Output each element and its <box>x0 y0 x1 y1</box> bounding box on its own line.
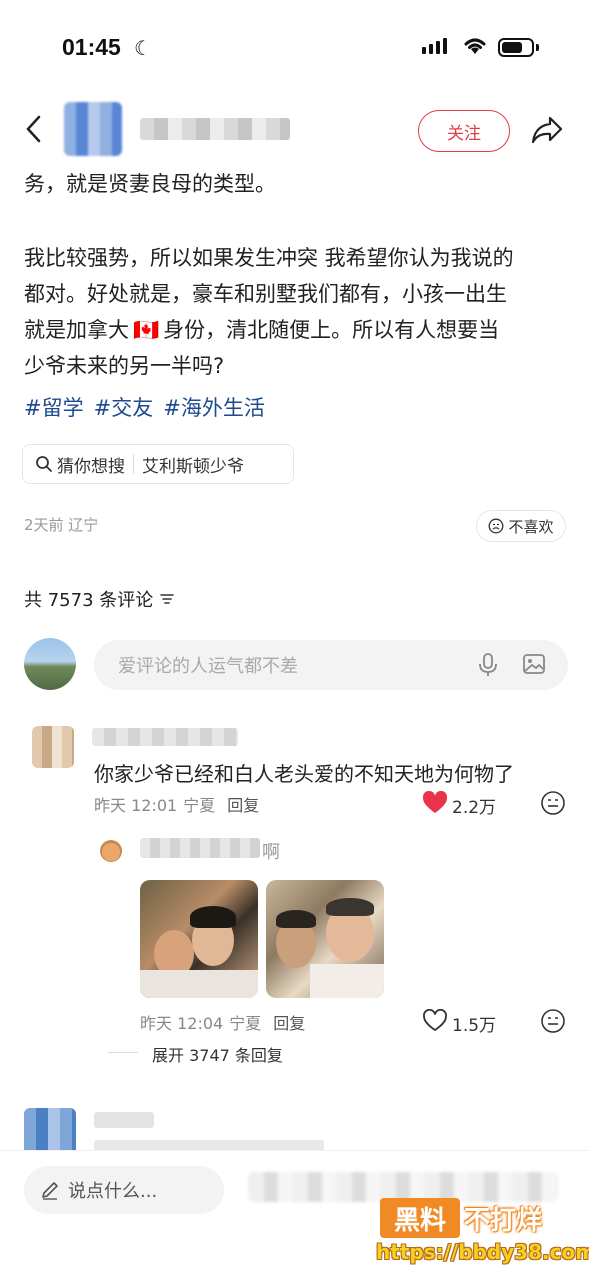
post-text-line: 我比较强势，所以如果发生冲突 我希望你认为我说的 <box>24 246 514 270</box>
moon-icon: ☾ <box>134 36 152 60</box>
like-count: 2.2万 <box>452 798 497 818</box>
battery-icon <box>498 38 534 57</box>
commenter-avatar[interactable] <box>32 726 74 768</box>
commenter-avatar[interactable] <box>24 1108 76 1152</box>
post-text-line: 就是加拿大 🇨🇦 身份，清北随便上。所以有人想要当 <box>24 312 499 348</box>
tag-link[interactable]: #交友 <box>94 392 154 422</box>
comment-location: 宁夏 <box>183 796 216 815</box>
sad-face-icon <box>489 518 504 534</box>
post-text-line: 务，就是贤妻良母的类型。 <box>24 172 276 196</box>
say-something-input[interactable]: 说点什么... <box>24 1166 224 1214</box>
tag-link[interactable]: #留学 <box>24 392 84 422</box>
reply-photo[interactable] <box>266 880 384 998</box>
status-time: 01:45 <box>62 34 121 60</box>
divider <box>108 1052 138 1053</box>
comment-count-text: 共 7573 条评论 <box>24 590 154 611</box>
dislike-label: 不喜欢 <box>508 517 554 536</box>
reply-time: 昨天 12:04 <box>140 1014 224 1033</box>
tag-list: #留学 #交友 #海外生活 <box>24 392 265 422</box>
heart-filled-icon[interactable] <box>422 790 448 819</box>
microphone-icon[interactable] <box>478 652 498 682</box>
post-time-location: 2天前 辽宁 <box>24 516 99 534</box>
canada-flag-emoji: 🇨🇦 <box>133 318 160 342</box>
share-icon[interactable] <box>530 114 564 150</box>
watermark-brand: 黑料 <box>380 1198 460 1238</box>
reply-photo[interactable] <box>140 880 258 998</box>
back-icon[interactable] <box>24 114 42 148</box>
commenter-name[interactable] <box>94 1112 154 1128</box>
sort-icon[interactable] <box>159 592 175 606</box>
comment-count: 共 7573 条评论 <box>24 586 175 612</box>
heart-outline-icon[interactable] <box>422 1008 448 1037</box>
expand-replies-link[interactable]: 展开 3747 条回复 <box>152 1042 283 1066</box>
commenter-name[interactable] <box>92 728 238 746</box>
search-suggestion-query: 艾利斯顿少爷 <box>142 456 244 477</box>
replier-name-suffix: 啊 <box>262 842 280 863</box>
image-icon[interactable] <box>522 652 546 680</box>
reply-button[interactable]: 回复 <box>227 792 259 816</box>
like-count: 1.5万 <box>452 1016 497 1036</box>
comment-time: 昨天 12:01 <box>94 796 178 815</box>
divider <box>133 454 134 474</box>
author-name[interactable] <box>140 118 290 140</box>
replier-name[interactable] <box>140 838 260 858</box>
reply-meta: 昨天 12:04 宁夏 回复 <box>140 1010 305 1034</box>
watermark-url: https://bbdy38.com <box>376 1240 589 1264</box>
battery-tip <box>536 44 539 51</box>
reply-button[interactable]: 回复 <box>273 1010 305 1034</box>
reply-location: 宁夏 <box>229 1014 262 1033</box>
tag-link[interactable]: #海外生活 <box>163 392 265 422</box>
cellular-signal-icon <box>422 38 447 54</box>
post-text-segment: 就是加拿大 <box>24 318 129 342</box>
dislike-button[interactable]: 不喜欢 <box>476 510 566 542</box>
emoji-react-icon[interactable] <box>540 790 566 820</box>
comment-meta: 昨天 12:01 宁夏 回复 <box>94 792 259 816</box>
say-something-placeholder: 说点什么... <box>68 1181 158 1202</box>
watermark-brand-text: 不打烊 <box>464 1206 543 1236</box>
emoji-react-icon[interactable] <box>540 1008 566 1038</box>
comment-text: 你家少爷已经和白人老头爱的不知天地为何物了 <box>94 762 514 786</box>
post-text-segment: 身份，清北随便上。所以有人想要当 <box>163 318 500 342</box>
my-avatar <box>24 638 76 690</box>
replier-avatar[interactable] <box>100 840 122 862</box>
pencil-icon <box>42 1182 58 1200</box>
search-suggestion-label: 猜你想搜 <box>57 456 125 477</box>
post-text-line: 少爷未来的另一半吗? <box>24 354 225 378</box>
wifi-icon <box>462 34 488 60</box>
author-avatar[interactable] <box>64 102 122 156</box>
follow-button[interactable]: 关注 <box>418 110 510 152</box>
post-text-line: 都对。好处就是，豪车和别墅我们都有，小孩一出生 <box>24 282 507 306</box>
search-suggestion[interactable]: 猜你想搜 艾利斯顿少爷 <box>22 444 294 484</box>
search-icon <box>36 456 52 472</box>
